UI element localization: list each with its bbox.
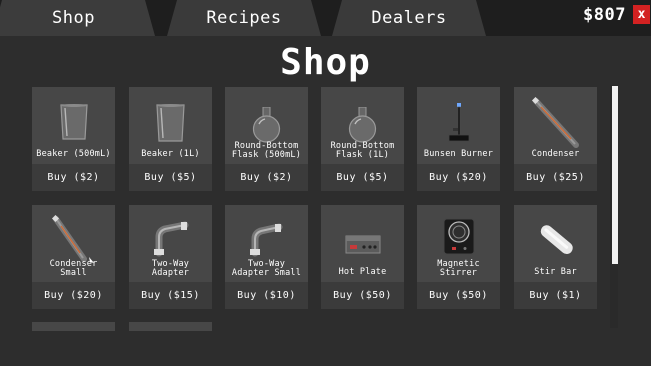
tab-dealers-label: Dealers [371, 8, 447, 28]
item-name: Beaker (500mL) [36, 149, 111, 159]
buy-button[interactable]: Buy ($50) [417, 282, 500, 309]
item-name: Condenser [531, 149, 580, 159]
item-name-line-2: Small [60, 268, 87, 278]
item-preview: Bunsen Burner [417, 87, 500, 164]
stir-bar-icon [540, 225, 573, 254]
item-preview: Stir Bar [514, 205, 597, 282]
item-preview: Magnetic Stirrer [417, 205, 500, 282]
item-name: Two-Way Adapter Small [225, 260, 308, 278]
shop-item-stir-bar: Stir Bar Buy ($1) [514, 205, 597, 309]
shop-item-two-way-adapter: Two-Way Adapter Buy ($15) [129, 205, 212, 309]
item-name: Condenser Small [32, 260, 115, 278]
buy-button[interactable]: Buy ($50) [321, 282, 404, 309]
tab-recipes[interactable]: Recipes [167, 0, 321, 36]
close-icon: x [637, 7, 646, 22]
item-name: Two-Way Adapter [129, 260, 212, 278]
two-way-adapter-small-icon [250, 223, 283, 257]
item-name-line-2: Adapter Small [231, 268, 302, 278]
item-preview: Condenser Small [32, 205, 115, 282]
tab-shop-label: Shop [52, 8, 95, 28]
shop-item-beaker-500ml: Beaker (500mL) Buy ($2) [32, 87, 115, 191]
round-bottom-flask-icon [252, 107, 281, 143]
item-name-line-2: Flask (1L) [335, 150, 390, 160]
page-title: Shop [280, 42, 371, 83]
item-name: Hot Plate [338, 267, 387, 277]
buy-button[interactable]: Buy ($1) [514, 282, 597, 309]
beaker-icon [60, 104, 88, 140]
shop-item-two-way-adapter-small: Two-Way Adapter Small Buy ($10) [225, 205, 308, 309]
buy-button[interactable]: Buy ($20) [417, 164, 500, 191]
shop-item-condenser: Condenser Buy ($25) [514, 87, 597, 191]
buy-button[interactable]: Buy ($5) [321, 164, 404, 191]
tab-dealers[interactable]: Dealers [332, 0, 486, 36]
round-bottom-flask-icon [348, 107, 377, 143]
item-preview: Hot Plate [321, 205, 404, 282]
magnetic-stirrer-icon [443, 218, 475, 255]
shop-item-partial [32, 322, 115, 331]
item-preview: Two-Way Adapter Small [225, 205, 308, 282]
shop-panel [0, 36, 651, 366]
tab-recipes-label: Recipes [206, 8, 282, 28]
item-name: Beaker (1L) [141, 149, 200, 159]
item-name: Magnetic Stirrer [417, 260, 500, 278]
item-name: Round-Bottom Flask (500mL) [225, 142, 308, 160]
shop-item-rbf-1l: Round-Bottom Flask (1L) Buy ($5) [321, 87, 404, 191]
item-name-line-2: Stirrer [439, 268, 478, 278]
bunsen-burner-icon [448, 103, 470, 142]
condenser-icon [531, 97, 579, 148]
item-preview: Condenser [514, 87, 597, 164]
shop-item-condenser-small: Condenser Small Buy ($20) [32, 205, 115, 309]
item-name-line-2: Flask (500mL) [231, 150, 302, 160]
buy-button[interactable]: Buy ($20) [32, 282, 115, 309]
shop-item-beaker-1l: Beaker (1L) Buy ($5) [129, 87, 212, 191]
close-button[interactable]: x [633, 5, 650, 24]
hot-plate-icon [345, 235, 381, 254]
buy-button[interactable]: Buy ($5) [129, 164, 212, 191]
tab-shop[interactable]: Shop [0, 0, 155, 36]
item-name: Round-Bottom Flask (1L) [321, 142, 404, 160]
item-name: Bunsen Burner [423, 149, 494, 159]
buy-button[interactable]: Buy ($10) [225, 282, 308, 309]
item-preview: Round-Bottom Flask (500mL) [225, 87, 308, 164]
buy-button[interactable]: Buy ($2) [225, 164, 308, 191]
item-preview: Beaker (1L) [129, 87, 212, 164]
buy-button[interactable]: Buy ($2) [32, 164, 115, 191]
buy-button[interactable]: Buy ($25) [514, 164, 597, 191]
two-way-adapter-icon [154, 221, 189, 257]
shop-item-magnetic-stirrer: Magnetic Stirrer Buy ($50) [417, 205, 500, 309]
shop-item-rbf-500ml: Round-Bottom Flask (500mL) Buy ($2) [225, 87, 308, 191]
shop-item-bunsen-burner: Bunsen Burner Buy ($20) [417, 87, 500, 191]
item-preview: Beaker (500mL) [32, 87, 115, 164]
item-name-line-2: Adapter [151, 268, 190, 278]
buy-button[interactable]: Buy ($15) [129, 282, 212, 309]
shop-item-partial [129, 322, 212, 331]
item-name: Stir Bar [534, 267, 577, 277]
money-display: $807 [583, 5, 626, 25]
shop-item-hot-plate: Hot Plate Buy ($50) [321, 205, 404, 309]
item-preview: Round-Bottom Flask (1L) [321, 87, 404, 164]
item-preview: Two-Way Adapter [129, 205, 212, 282]
beaker-large-icon [156, 104, 185, 142]
scrollbar-thumb[interactable] [612, 86, 618, 264]
